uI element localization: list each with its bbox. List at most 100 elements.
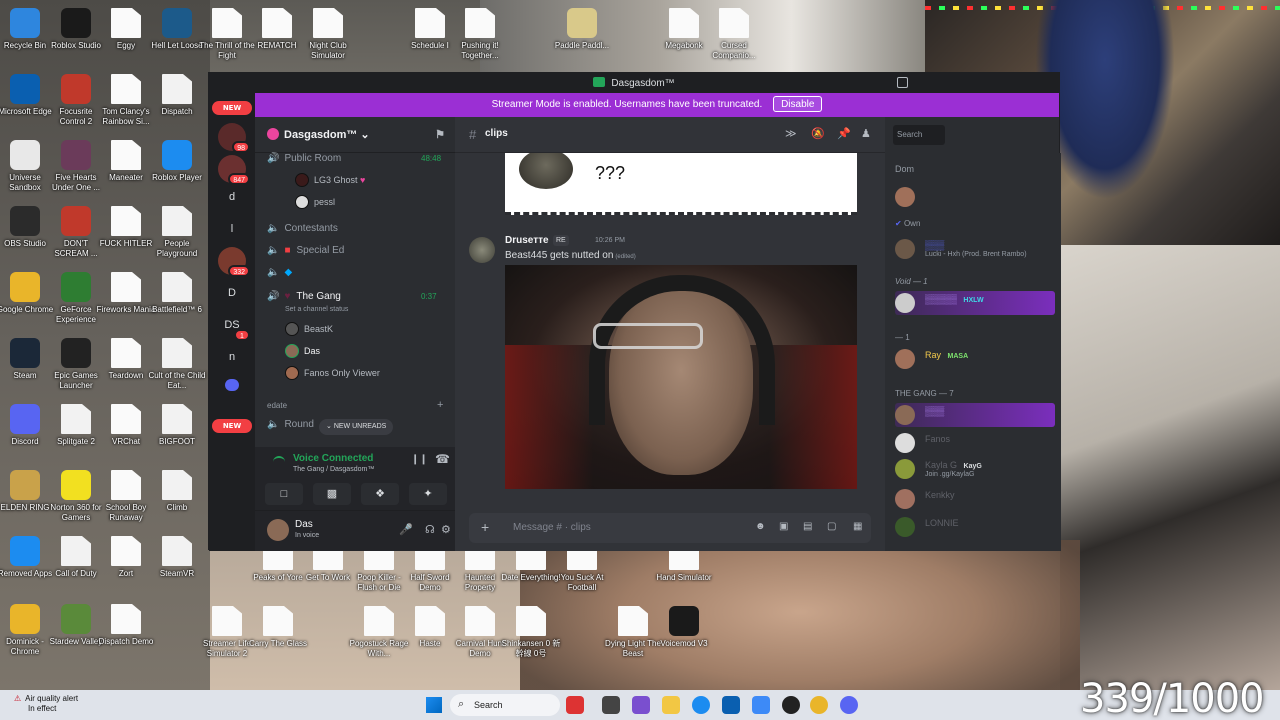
video-clip[interactable] [505,265,857,489]
disable-streamer-button[interactable]: Disable [773,96,823,112]
voice-channel-the-gang[interactable]: 🔊 ♥ The Gang 0:37 [267,291,437,302]
taskbar-app-icon[interactable] [632,696,650,714]
taskbar-app-icon[interactable] [566,696,584,714]
apps-icon[interactable]: ▦ [853,521,862,532]
avatar [895,349,915,369]
soundboard-button[interactable]: ✦ [409,483,447,505]
server-icon-3[interactable]: 332 [218,247,250,277]
message-input[interactable]: + Message # · clips ☻ ▣ ▤ ▢ ▦ [469,513,871,543]
hash-icon: # [469,127,477,142]
taskbar-search[interactable]: Search [450,694,560,716]
desktop-shortcut[interactable]: SteamVR [147,536,207,579]
camera-off-button[interactable]: □ [265,483,303,505]
pin-icon[interactable]: 📌 [837,127,851,140]
author-avatar[interactable] [469,237,495,263]
obs-icon[interactable] [782,696,800,714]
threads-icon[interactable]: ≫ [785,127,797,140]
edge-icon[interactable] [692,696,710,714]
server-l[interactable]: l [218,215,246,243]
desktop-shortcut[interactable]: People Playground [147,206,207,259]
desktop-shortcut[interactable]: Roblox Player [147,140,207,183]
desktop-shortcut[interactable]: Cult of the Child Eat... [147,338,207,391]
desktop-shortcut-icon [61,272,91,302]
server-header[interactable]: Dasgasdom™ ⌄ ⚑ [255,117,455,153]
desktop-shortcut-icon [669,8,699,38]
desktop-shortcut[interactable]: Paddle Paddl... [552,8,612,51]
new-pill-bottom[interactable]: NEW [212,419,252,433]
attach-plus-icon[interactable]: + [481,519,489,535]
server-n[interactable]: n [218,343,246,371]
desktop-shortcut[interactable]: Climb [147,470,207,513]
microphone-icon[interactable]: 🎤 [399,523,413,536]
folder-icon[interactable] [225,379,239,391]
store-icon[interactable] [722,696,740,714]
member-owner[interactable]: ▒▒▒ Lucki - Hxh (Prod. Brent Rambo) [895,237,1055,261]
voice-channel-gem[interactable]: 🔈 ◆ [267,267,292,278]
voice-channel-round[interactable]: 🔈 Round [267,419,314,430]
server-DS[interactable]: DS 1 [218,311,250,341]
discord-icon[interactable] [840,696,858,714]
taskbar-app-icon[interactable] [752,696,770,714]
channel-status[interactable]: Set a channel status [285,306,348,313]
server-d[interactable]: d [218,183,246,211]
author-name[interactable]: Drusеттe [505,235,549,246]
sticker-icon[interactable]: ▤ [803,521,812,532]
taskbar-app-icon[interactable] [602,696,620,714]
embed-text: ??? [595,163,626,183]
weather-widget[interactable]: ⚠ Air quality alert In effect [14,694,78,714]
headphones-icon[interactable]: ☊ [425,523,435,536]
voice-user[interactable]: LG3 Ghost ♥ [295,173,365,187]
voice-user[interactable]: Das [285,344,320,358]
voice-channel-special-ed[interactable]: 🔈 ■ Special Ed [267,245,344,256]
search-input[interactable]: Search [893,125,945,145]
file-explorer-icon[interactable] [662,696,680,714]
add-people-icon[interactable]: ⚑ [435,128,445,141]
member-gang-2[interactable]: Fanos [895,431,1055,455]
desktop-shortcut[interactable]: Shinkansen 0 新幹線 0号 [501,606,561,659]
windows-start-icon[interactable] [426,697,442,713]
desktop-shortcut[interactable]: Carry The Glass [248,606,308,649]
category-edate[interactable]: edate + [267,399,443,411]
inbox-icon[interactable] [897,77,908,88]
desktop-shortcut[interactable]: Battlefield™ 6 [147,272,207,315]
server-icon-1[interactable]: 98 [218,123,250,153]
voice-location[interactable]: The Gang / Dasgasdom™ [293,466,374,473]
desktop-shortcut[interactable]: Night Club Simulator [298,8,358,61]
add-channel-icon[interactable]: + [437,399,443,411]
image-embed[interactable]: ??? [505,153,857,215]
server-D[interactable]: D [218,279,246,307]
emoji-icon[interactable]: ▢ [827,521,836,532]
member-gang-3[interactable]: Kayla G KayG Join .gg/KaylaG [895,457,1055,481]
desktop-shortcut[interactable]: Dispatch Demo [96,604,156,647]
member-gang-1[interactable]: ▒▒▒ [895,403,1055,427]
member-void[interactable]: ▒▒▒▒▒ HXLW [895,291,1055,315]
voice-user[interactable]: Fanos Only Viewer [285,366,380,380]
desktop-shortcut[interactable]: Cursed Companio... [704,8,764,61]
settings-gear-icon[interactable]: ⚙ [441,523,451,536]
server-icon-2[interactable]: 847 [218,155,250,185]
member-dom[interactable]: Dom [895,161,1055,207]
new-pill-top[interactable]: NEW [212,101,252,115]
member-gang-4[interactable]: Kenkky [895,487,1055,511]
member-gang-5[interactable]: LONNIE [895,515,1055,539]
voice-user[interactable]: pessl [295,195,335,209]
voice-channel-contestants[interactable]: 🔈 Contestants [267,223,338,234]
member-list-icon[interactable]: ♟ [861,127,871,140]
noise-suppression-icon[interactable]: ❙❙ [411,454,428,465]
voice-user[interactable]: BeastK [285,322,333,336]
gif-icon[interactable]: ▣ [779,521,788,532]
member-ray[interactable]: Ray MASA [895,347,1055,371]
desktop-shortcut[interactable]: Pushing it! Together... [450,8,510,61]
desktop-shortcut[interactable]: Voicemod V3 [654,606,714,649]
avatar[interactable] [267,519,289,541]
disconnect-icon[interactable]: ☎ [435,452,450,466]
new-unreads-button[interactable]: ⌄ NEW UNREADS [319,419,394,435]
desktop-shortcut[interactable]: BIGFOOT [147,404,207,447]
chrome-icon[interactable] [810,696,828,714]
mute-bell-icon[interactable]: 🔕 [811,127,825,140]
screen-share-button[interactable]: ▩ [313,483,351,505]
voice-channel-public-room[interactable]: 🔊 Public Room 48:48 [267,153,441,164]
activities-button[interactable]: ❖ [361,483,399,505]
gift-icon[interactable]: ☻ [755,521,766,532]
desktop-shortcut[interactable]: Dispatch [147,74,207,117]
